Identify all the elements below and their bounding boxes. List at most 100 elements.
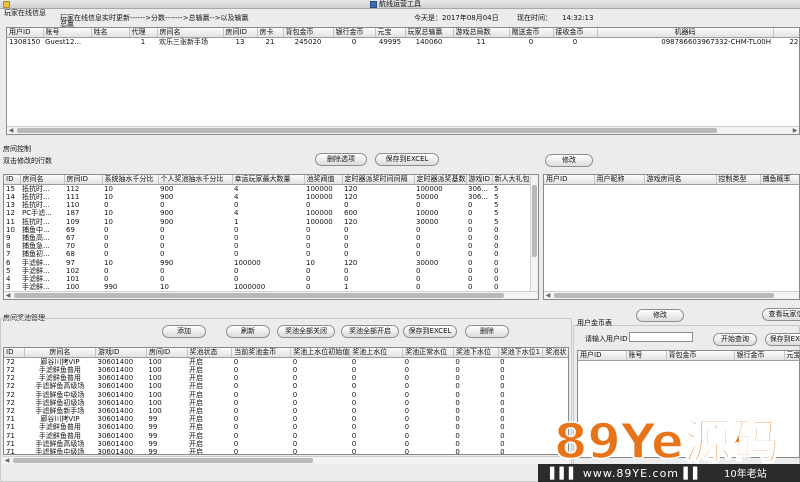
col-header[interactable]: 用户昵称	[594, 175, 645, 185]
col-header[interactable]: 用户ID	[578, 351, 627, 361]
col-header[interactable]: 新人大礼包限	[492, 175, 531, 185]
col-header[interactable]: 定时器派奖基数	[414, 175, 467, 185]
col-header[interactable]: 赠送金币	[509, 28, 554, 38]
col-header[interactable]: 接收金币	[553, 28, 598, 38]
refresh-button[interactable]: 刷新	[226, 325, 270, 338]
col-header[interactable]: 房间ID	[64, 175, 103, 185]
room-save-excel-button[interactable]: 保存到EXCEL	[375, 153, 439, 166]
table-row[interactable]: 71 手滤鲜鱼普用 30601400 99 开启 0 0 0 0 0 0	[4, 432, 568, 440]
table-row[interactable]: 72 手滤鲜鱼新手场 30601400 100 开启 0 0 0 0 0 0	[4, 407, 568, 415]
col-header[interactable]: 姓名	[91, 28, 130, 38]
scroll-left-icon[interactable]: ◀	[3, 457, 11, 465]
col-header[interactable]: 游戏ID	[466, 175, 493, 185]
table-row[interactable]: 8 捕鱼急... 70 0 0 0 0 0 0 0 0	[4, 242, 530, 250]
table-row[interactable]: 12 PC手滤... 187 10 900 4 100000 600 10000 0 5	[4, 209, 530, 217]
table-row[interactable]: 71 廊谷川拷VIP 30601400 99 开启 0 0 0 0 0 0	[4, 415, 568, 423]
col-header[interactable]: 游戏总局数	[453, 28, 510, 38]
open-all-pools-button[interactable]: 奖池全部开启	[341, 325, 399, 338]
view-player-button[interactable]: 查看玩家信	[762, 308, 800, 321]
col-header[interactable]	[773, 28, 799, 38]
col-header[interactable]: 奖池上水位	[349, 348, 404, 358]
col-header[interactable]: 捕鱼概率	[760, 175, 799, 185]
table-row[interactable]: 72 手滤鲜鱼中级场 30601400 100 开启 0 0 0 0 0 0	[4, 391, 568, 399]
scroll-left-icon[interactable]: ◀	[4, 292, 12, 299]
room-vscrollbar[interactable]	[530, 175, 538, 293]
col-header[interactable]: 奖池状	[542, 348, 568, 358]
table-row[interactable]: 14 抵抗时... 111 10 900 4 100000 120 50000 306... 5	[4, 193, 530, 201]
col-header[interactable]: 奖池状态	[187, 348, 233, 358]
col-header[interactable]: 当前奖池金币	[231, 348, 292, 358]
col-header[interactable]: 玩家总输赢	[405, 28, 454, 38]
col-header[interactable]: 房间名	[24, 348, 97, 358]
col-header[interactable]: 幸运玩家最大数量	[232, 175, 305, 185]
col-header[interactable]: 奖池上水位初始值	[290, 348, 351, 358]
col-header[interactable]: 池奖阀值	[304, 175, 343, 185]
table-row[interactable]: 6 手滤鲜... 97 10 990 100000 10 120 30000 0 0	[4, 259, 530, 267]
col-header[interactable]: 机器码	[597, 28, 774, 38]
col-header[interactable]: 背包金币	[666, 351, 735, 361]
scroll-left-icon[interactable]: ◀	[544, 292, 552, 299]
col-header[interactable]: 代理	[129, 28, 158, 38]
scroll-thumb[interactable]	[532, 185, 537, 257]
scroll-right-icon[interactable]: ▶	[791, 127, 799, 134]
col-header[interactable]: 用户ID	[7, 28, 44, 38]
table-row[interactable]: 71 手滤鲜鱼普用 30601400 99 开启 0 0 0 0 0 0	[4, 423, 568, 431]
table-row[interactable]: 7 捕鱼初... 68 0 0 0 0 0 0 0 0	[4, 250, 530, 258]
user-save-excel-button[interactable]: 保存到EXC	[765, 333, 800, 346]
close-all-pools-button[interactable]: 奖池全部关闭	[277, 325, 335, 338]
table-row[interactable]: 15 抵抗时... 112 10 900 4 100000 120 100000 306... 5	[4, 185, 530, 194]
room-hscrollbar[interactable]: ◀	[4, 291, 538, 299]
table-row[interactable]: 4 手滤鲜... 101 0 0 0 0 0 0 0 0	[4, 275, 530, 283]
col-header[interactable]: 个人奖池抽水千分比	[158, 175, 233, 185]
start-query-button[interactable]: 开始查询	[713, 333, 757, 346]
scroll-left-icon[interactable]: ◀	[7, 127, 15, 134]
col-header[interactable]: 游戏房间名	[644, 175, 717, 185]
col-header[interactable]: 银行金币	[734, 351, 785, 361]
col-header[interactable]: 房间ID	[223, 28, 258, 38]
col-header[interactable]: 银行金币	[333, 28, 376, 38]
add-button[interactable]: 添加	[162, 325, 206, 338]
table-row[interactable]: 71 手滤鲜鱼中级场 30601400 99 开启 0 0 0 0 0 0	[4, 448, 568, 454]
col-header[interactable]: ID	[4, 348, 25, 358]
table-row[interactable]: 72 手滤鲜鱼普用 30601400 100 开启 0 0 0 0 0 0	[4, 366, 568, 374]
prize-delete-button[interactable]: 删除	[465, 325, 509, 338]
col-header[interactable]: 奖池下水位1	[498, 348, 544, 358]
col-header[interactable]: 用户ID	[544, 175, 595, 185]
table-row[interactable]: 72 手滤鲜鱼初级场 30601400 100 开启 0 0 0 0 0 0	[4, 399, 568, 407]
table-row[interactable]: 72 廊谷川拷VIP 30601400 100 开启 0 0 0 0 0 0	[4, 358, 568, 367]
scroll-thumb[interactable]	[17, 128, 717, 133]
prize-save-excel-button[interactable]: 保存到EXCEL	[403, 325, 457, 338]
col-header[interactable]: 房间名	[20, 175, 65, 185]
table-row[interactable]: 13 抵抗时... 110 0 0 0 0 0 0 0 5	[4, 201, 530, 209]
table-row[interactable]: 1308150 Guest12... 1 欢乐三张新手场 13 21 24502…	[7, 38, 799, 47]
col-header[interactable]: 控制类型	[716, 175, 761, 185]
col-header[interactable]: 账号	[626, 351, 667, 361]
scroll-thumb[interactable]	[14, 293, 504, 298]
col-header[interactable]: 背包金币	[283, 28, 334, 38]
prize-modify-button[interactable]: 修改	[636, 309, 684, 322]
col-header[interactable]: 定时器派奖时间间隔	[342, 175, 415, 185]
room-modify-button[interactable]: 修改	[545, 154, 593, 167]
col-header[interactable]: 房间名	[157, 28, 224, 38]
col-header[interactable]: 房间ID	[146, 348, 188, 358]
online-hscrollbar[interactable]: ◀ ▶	[7, 126, 799, 134]
table-row[interactable]: 9 捕鱼高... 67 0 0 0 0 0 0 0 0	[4, 234, 530, 242]
table-row[interactable]: 5 手滤鲜... 102 0 0 0 0 0 0 0 0	[4, 267, 530, 275]
user-id-input[interactable]	[629, 332, 693, 342]
delete-option-button[interactable]: 删除选项	[315, 153, 367, 166]
scroll-thumb[interactable]	[554, 293, 774, 298]
col-header[interactable]: 账号	[43, 28, 92, 38]
col-header[interactable]: ID	[4, 175, 21, 185]
table-row[interactable]: 72 手滤鲜鱼普用 30601400 100 开启 0 0 0 0 0 0	[4, 374, 568, 382]
table-row[interactable]: 11 抵抗时... 109 10 900 1 100000 120 30000 0 5	[4, 218, 530, 226]
scroll-thumb[interactable]	[13, 458, 313, 463]
col-header[interactable]: 游戏ID	[95, 348, 147, 358]
col-header[interactable]: 系统抽水千分比	[102, 175, 159, 185]
table-row[interactable]: 71 手滤鲜鱼高级场 30601400 99 开启 0 0 0 0 0 0	[4, 440, 568, 448]
user-control-hscrollbar[interactable]: ◀	[544, 291, 799, 299]
col-header[interactable]: 奖池正常水位	[402, 348, 454, 358]
col-header[interactable]: 元宝	[375, 28, 406, 38]
col-header[interactable]: 房卡	[257, 28, 284, 38]
col-header[interactable]: 奖池下水位	[453, 348, 499, 358]
prize-hscrollbar[interactable]: ◀	[3, 456, 569, 464]
